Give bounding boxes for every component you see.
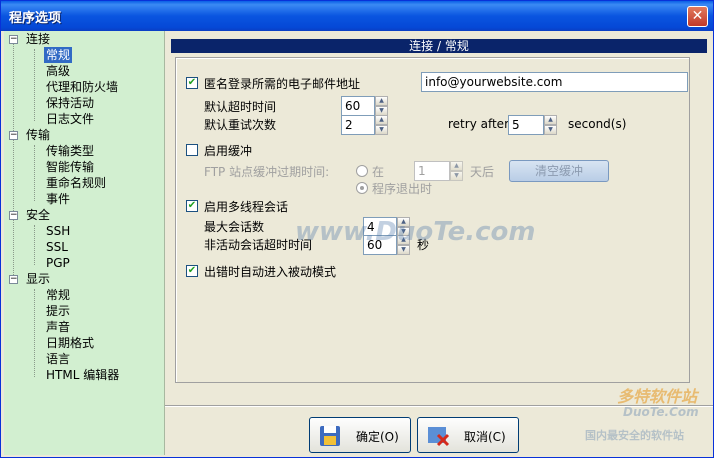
- multithread-label: 启用多线程会话: [204, 200, 289, 214]
- max-sessions-label: 最大会话数: [204, 220, 265, 234]
- tree-expander-security[interactable]: −: [9, 211, 18, 220]
- watermark-tagline: 国内最安全的软件站: [585, 429, 684, 442]
- tree-expander-connection[interactable]: −: [9, 35, 18, 44]
- tree-line: [34, 289, 35, 377]
- window-title: 程序选项: [9, 11, 62, 26]
- close-button[interactable]: ✕: [687, 6, 708, 27]
- cancel-button[interactable]: 取消(C): [417, 417, 519, 453]
- checkmark-icon: ✔: [187, 200, 197, 211]
- cache-expire-label: FTP 站点缓冲过期时间:: [204, 165, 330, 179]
- tree-item-pgp[interactable]: PGP: [46, 255, 70, 271]
- tree-item-smart-transfer[interactable]: 智能传输: [46, 159, 94, 175]
- tree-item-language[interactable]: 语言: [46, 351, 70, 367]
- cancel-x-icon: [428, 427, 450, 447]
- tree-line: [34, 145, 35, 201]
- tree-item-connection-general[interactable]: 常规: [44, 47, 73, 63]
- ok-button[interactable]: 确定(O): [309, 417, 411, 453]
- tree-item-proxy-firewall[interactable]: 代理和防火墙: [46, 79, 118, 95]
- tree-item-ssl[interactable]: SSL: [46, 239, 68, 255]
- tree-item-display-general[interactable]: 常规: [46, 287, 70, 303]
- retry-after-unit: second(s): [568, 117, 627, 131]
- checkmark-icon: ✔: [187, 77, 197, 88]
- options-tree: − 连接 常规 高级 代理和防火墙 保持活动 日志文件 − 传输 传输类型 智能…: [4, 31, 165, 455]
- multithread-checkbox[interactable]: ✔: [186, 200, 198, 212]
- panel-header: 连接 / 常规: [171, 39, 707, 53]
- cache-days-radio[interactable]: [356, 165, 368, 177]
- tree-item-keep-alive[interactable]: 保持活动: [46, 95, 94, 111]
- retry-after-input[interactable]: 5: [508, 115, 544, 135]
- watermark-brand-sub: DuoTe.Com: [623, 405, 699, 419]
- cache-days-unit: 天后: [470, 165, 495, 179]
- tree-group-display[interactable]: 显示: [26, 271, 50, 287]
- tree-item-ssh[interactable]: SSH: [46, 223, 70, 239]
- passive-mode-checkbox[interactable]: ✔: [186, 265, 198, 277]
- cache-exit-radio[interactable]: [356, 182, 368, 194]
- retry-after-spinner[interactable]: ▲ ▼: [544, 115, 557, 135]
- timeout-spinner[interactable]: ▲ ▼: [375, 96, 388, 116]
- anon-email-checkbox[interactable]: ✔: [186, 77, 198, 89]
- clear-cache-button[interactable]: 清空缓冲: [509, 160, 609, 182]
- tree-item-advanced[interactable]: 高级: [46, 63, 70, 79]
- tree-line: [34, 49, 35, 121]
- tree-line: [13, 39, 14, 279]
- ok-button-label: 确定(O): [356, 430, 399, 444]
- anon-email-label: 匿名登录所需的电子邮件地址: [204, 77, 361, 91]
- tree-item-events[interactable]: 事件: [46, 191, 70, 207]
- tree-expander-transfer[interactable]: −: [9, 131, 18, 140]
- watermark-brand: 多特软件站: [617, 387, 698, 406]
- tree-item-sounds[interactable]: 声音: [46, 319, 70, 335]
- cache-label: 启用缓冲: [204, 144, 253, 158]
- retry-after-label: retry after: [448, 117, 509, 131]
- options-window: 程序选项 ✕ − 连接 常规 高级 代理和防火墙 保持活动 日志文件 − 传输 …: [0, 0, 714, 458]
- tree-group-security[interactable]: 安全: [26, 207, 50, 223]
- tree-group-transfer[interactable]: 传输: [26, 127, 50, 143]
- tree-item-tips[interactable]: 提示: [46, 303, 70, 319]
- tree-item-log-files[interactable]: 日志文件: [46, 111, 94, 127]
- retry-input[interactable]: 2: [341, 115, 375, 135]
- passive-mode-label: 出错时自动进入被动模式: [204, 265, 337, 279]
- cache-days-input[interactable]: 1: [414, 161, 450, 181]
- tree-group-connection[interactable]: 连接: [26, 31, 50, 47]
- tree-item-html-editor[interactable]: HTML 编辑器: [46, 367, 119, 383]
- timeout-label: 默认超时时间: [204, 100, 277, 114]
- tree-item-date-format[interactable]: 日期格式: [46, 335, 94, 351]
- tree-item-rename-rules[interactable]: 重命名规则: [46, 175, 106, 191]
- cache-days-spinner[interactable]: ▲ ▼: [450, 161, 463, 181]
- floppy-icon: [320, 426, 340, 446]
- anon-email-input[interactable]: info@yourwebsite.com: [421, 72, 688, 92]
- cache-checkbox[interactable]: [186, 144, 198, 156]
- cache-days-radio-label: 在: [372, 165, 385, 179]
- tree-expander-display[interactable]: −: [9, 275, 18, 284]
- tree-line: [34, 225, 35, 265]
- cancel-button-label: 取消(C): [464, 430, 506, 444]
- close-icon: ✕: [691, 8, 704, 24]
- retry-spinner[interactable]: ▲ ▼: [375, 115, 388, 135]
- watermark-text: www.DuoTe.com: [295, 217, 536, 247]
- tree-item-transfer-type[interactable]: 传输类型: [46, 143, 94, 159]
- retry-label: 默认重试次数: [204, 118, 277, 132]
- title-bar: 程序选项 ✕: [1, 1, 713, 31]
- settings-panel: 连接 / 常规 ✔ 匿名登录所需的电子邮件地址 info@yourwebsite…: [165, 31, 713, 455]
- cache-exit-radio-label: 程序退出时: [372, 182, 433, 196]
- checkmark-icon: ✔: [187, 265, 197, 276]
- timeout-input[interactable]: 60: [341, 96, 375, 116]
